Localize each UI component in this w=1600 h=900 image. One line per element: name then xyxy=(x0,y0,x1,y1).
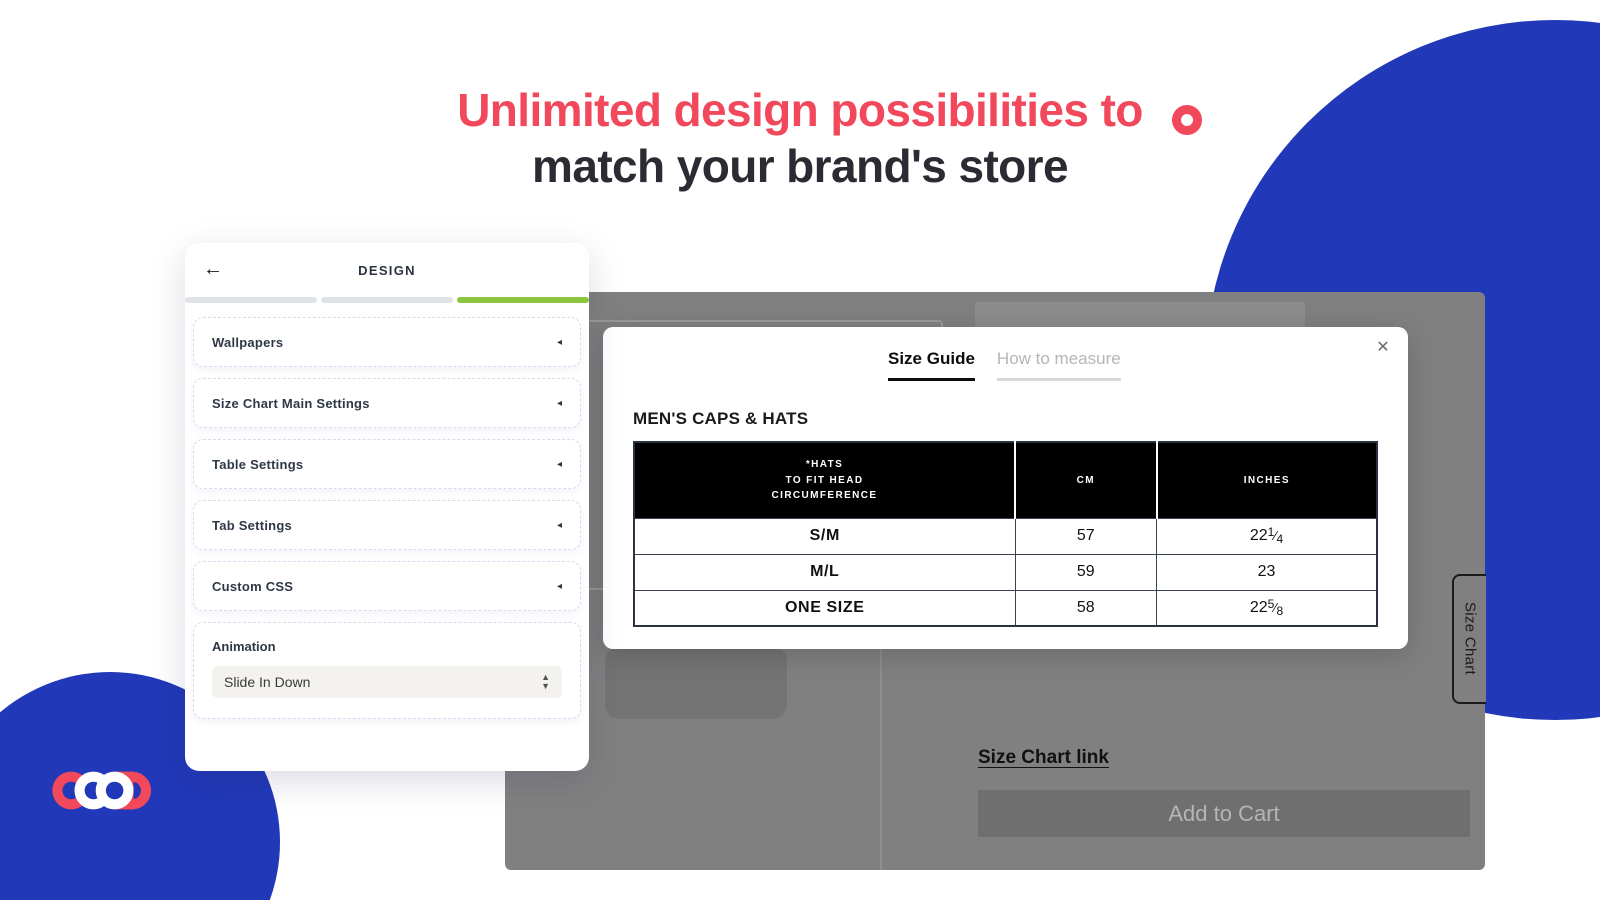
chevron-left-icon[interactable]: ◂ xyxy=(557,459,562,470)
design-panel-header: ← DESIGN xyxy=(185,243,589,297)
table-header-row: *HATS TO FIT HEAD CIRCUMFERENCE CM INCHE… xyxy=(634,442,1377,518)
chevron-left-icon[interactable]: ◂ xyxy=(557,398,562,409)
progress-steps xyxy=(185,297,589,303)
size-guide-modal: ✕ Size Guide How to measure MEN'S CAPS &… xyxy=(603,327,1408,649)
table-row: S/M 57 221⁄4 xyxy=(633,517,1378,555)
size-modal-tabs: Size Guide How to measure xyxy=(888,349,1121,381)
good-logo xyxy=(52,771,152,810)
settings-accordion-item[interactable]: Table Settings ◂ xyxy=(193,439,581,489)
page-title: DESIGN xyxy=(358,262,416,278)
size-table-caption: MEN'S CAPS & HATS xyxy=(633,409,809,428)
animation-select[interactable]: Slide In Down ▲ ▼ xyxy=(212,666,562,698)
logo-letter-o2-hole xyxy=(105,781,124,800)
stepper-updown-icon: ▲ ▼ xyxy=(541,672,550,691)
headline-line-1: Unlimited design possibilities to xyxy=(457,84,1143,136)
table-cell-size: ONE SIZE xyxy=(633,589,1016,627)
animation-select-value: Slide In Down xyxy=(224,674,311,690)
settings-accordion-label: Tab Settings xyxy=(212,517,293,533)
animation-label: Animation xyxy=(212,639,276,654)
back-arrow-icon[interactable]: ← xyxy=(203,259,225,281)
table-cell-inches: 221⁄4 xyxy=(1156,517,1378,555)
headline-line-2: match your brand's store xyxy=(532,140,1069,193)
table-cell-cm: 59 xyxy=(1014,553,1158,591)
table-row: M/L 59 23 xyxy=(633,553,1378,591)
table-cell-cm: 58 xyxy=(1014,589,1158,627)
settings-accordion-label: Wallpapers xyxy=(212,334,284,350)
settings-accordion-item[interactable]: Wallpapers ◂ xyxy=(193,317,581,367)
size-chart-side-tab[interactable]: Size Chart xyxy=(1452,574,1486,704)
table-header-inches: INCHES xyxy=(1156,442,1377,518)
settings-accordion-label: Custom CSS xyxy=(212,578,294,594)
settings-accordion-list: Wallpapers ◂ Size Chart Main Settings ◂ Tabl… xyxy=(193,317,581,611)
size-chart-link[interactable]: Size Chart link xyxy=(978,747,1109,769)
table-row: ONE SIZE 58 225⁄8 xyxy=(633,589,1378,627)
tab-how-to-measure[interactable]: How to measure xyxy=(996,349,1121,381)
table-cell-size: S/M xyxy=(633,517,1016,555)
settings-accordion-item[interactable]: Custom CSS ◂ xyxy=(193,561,581,611)
animation-setting-card: Animation Slide In Down ▲ ▼ xyxy=(193,622,581,719)
size-chart-side-tab-label: Size Chart xyxy=(1461,602,1479,676)
size-chart-table: *HATS TO FIT HEAD CIRCUMFERENCE CM INCHE… xyxy=(633,441,1378,627)
settings-accordion-label: Table Settings xyxy=(212,456,304,472)
table-header-hats: *HATS TO FIT HEAD CIRCUMFERENCE xyxy=(634,442,1017,518)
close-icon[interactable]: ✕ xyxy=(1372,337,1394,359)
chevron-left-icon[interactable]: ◂ xyxy=(557,337,562,348)
settings-accordion-label: Size Chart Main Settings xyxy=(212,395,370,411)
table-header-cm: CM xyxy=(1015,442,1158,518)
design-panel-body: Wallpapers ◂ Size Chart Main Settings ◂ Tabl… xyxy=(185,303,589,727)
chevron-left-icon[interactable]: ◂ xyxy=(557,520,562,531)
table-cell-inches: 23 xyxy=(1156,553,1378,591)
settings-accordion-item[interactable]: Size Chart Main Settings ◂ xyxy=(193,378,581,428)
tab-size-guide[interactable]: Size Guide xyxy=(888,349,975,381)
table-cell-inches: 225⁄8 xyxy=(1156,589,1378,627)
progress-step-1 xyxy=(185,297,317,303)
progress-step-3 xyxy=(457,297,589,303)
settings-accordion-item[interactable]: Tab Settings ◂ xyxy=(193,500,581,550)
add-to-cart-button[interactable]: Add to Cart xyxy=(978,790,1470,837)
page-headline: Unlimited design possibilities to match … xyxy=(0,82,1600,194)
table-cell-cm: 57 xyxy=(1014,517,1158,555)
progress-step-2 xyxy=(321,297,453,303)
chevron-left-icon[interactable]: ◂ xyxy=(557,581,562,592)
table-cell-size: M/L xyxy=(633,553,1016,591)
design-settings-panel: ← DESIGN Wallpapers ◂ Size Chart Main Sett… xyxy=(185,243,589,771)
product-thumbnail-placeholder xyxy=(605,647,787,719)
